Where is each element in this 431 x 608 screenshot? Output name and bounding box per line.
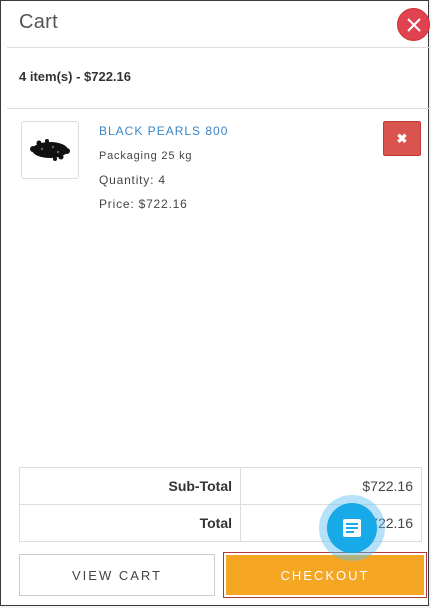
- cart-header: Cart: [7, 1, 430, 48]
- view-cart-button[interactable]: VIEW CART: [19, 554, 215, 596]
- checkout-button[interactable]: CHECKOUT: [226, 555, 424, 595]
- remove-icon: ✖: [396, 130, 408, 146]
- checkout-button-frame: CHECKOUT: [223, 552, 427, 598]
- cart-summary: 4 item(s) - $722.16: [7, 48, 430, 109]
- subtotal-value: $722.16: [240, 467, 422, 505]
- remove-item-button[interactable]: ✖: [383, 121, 421, 156]
- cart-item: BLACK PEARLS 800 Packaging 25 kg Quantit…: [7, 109, 430, 239]
- chat-button[interactable]: [327, 503, 377, 553]
- product-thumbnail[interactable]: [21, 121, 79, 179]
- product-name-link[interactable]: BLACK PEARLS 800: [99, 124, 228, 138]
- cart-title: Cart: [19, 11, 58, 33]
- cart-panel: Cart 4 item(s) - $722.16 BLACK PEARLS 80…: [0, 0, 430, 606]
- subtotal-label: Sub-Total: [19, 467, 241, 505]
- total-label: Total: [19, 504, 241, 542]
- product-image: [30, 139, 70, 161]
- close-button[interactable]: [397, 8, 430, 41]
- cart-summary-text: 4 item(s) - $722.16: [19, 69, 132, 84]
- product-quantity: Quantity: 4: [99, 173, 166, 187]
- product-price: Price: $722.16: [99, 197, 188, 211]
- close-icon: [406, 17, 421, 32]
- product-packaging: Packaging 25 kg: [99, 150, 193, 162]
- chat-icon: [343, 519, 361, 537]
